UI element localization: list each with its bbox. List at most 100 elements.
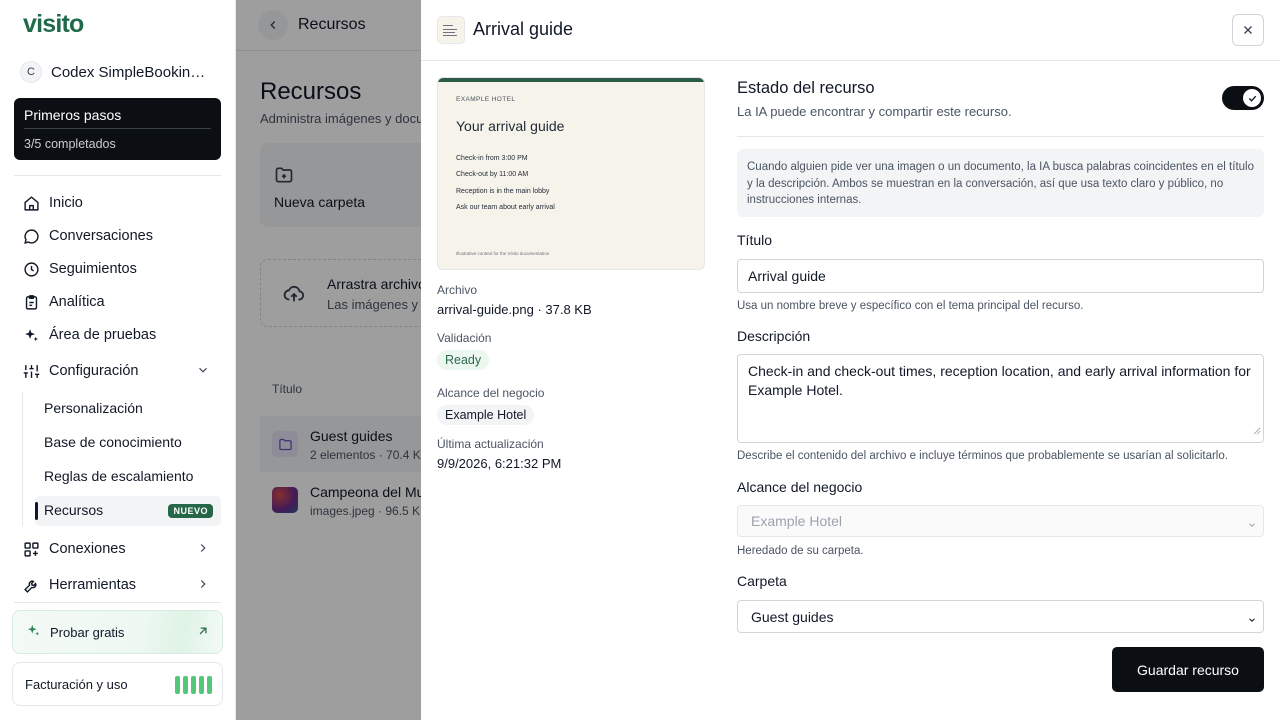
billing-button[interactable]: Facturación y uso (12, 662, 223, 706)
chevron-down-icon[interactable] (196, 363, 210, 381)
check-icon (1248, 95, 1256, 102)
subnav-personalizacion[interactable]: Personalización (44, 400, 143, 416)
workspace-name: Codex SimpleBooking... (51, 63, 211, 81)
image-preview: EXAMPLE HOTEL Your arrival guide Check-i… (437, 77, 705, 270)
nav-item-conexiones[interactable]: Conexiones (22, 537, 218, 561)
resource-detail-panel: Arrival guide EXAMPLE HOTEL Your arrival… (421, 0, 1280, 720)
clock-icon (22, 260, 40, 278)
status-toggle[interactable] (1222, 86, 1264, 110)
chevron-down-icon (1247, 612, 1257, 628)
title-help: Usa un nombre breve y específico con el … (737, 300, 1084, 312)
preview-heading: Your arrival guide (456, 118, 565, 134)
try-free-button[interactable]: Probar gratis (12, 610, 223, 654)
chevron-right-icon (196, 577, 210, 595)
folder-select[interactable]: Guest guides (737, 600, 1264, 633)
nav-item-configuracion[interactable]: Configuración (22, 359, 218, 383)
info-box: Cuando alguien pide ver una imagen o un … (737, 149, 1264, 217)
sliders-icon (22, 362, 40, 380)
preview-line: Ask our team about early arrival (456, 204, 555, 211)
close-button[interactable] (1232, 14, 1264, 46)
description-text: Check-in and check-out times, reception … (748, 363, 1251, 398)
description-label: Descripción (737, 328, 811, 344)
meta-label: Alcance del negocio (437, 386, 545, 400)
meta-label: Archivo (437, 283, 478, 297)
preview-line: Reception is in the main lobby (456, 188, 550, 195)
close-icon (1244, 26, 1252, 34)
nav-item-herramientas[interactable]: Herramientas (22, 573, 218, 597)
folder-label: Carpeta (737, 573, 787, 589)
sidebar-divider (14, 602, 221, 603)
nav-label: Inicio (49, 195, 83, 211)
file-thumbnail-icon (437, 16, 465, 44)
submenu-guide (22, 392, 23, 526)
subnav-base-de-conocimiento[interactable]: Base de conocimiento (44, 434, 182, 450)
nav-label: Seguimientos (49, 261, 137, 277)
onboarding-card[interactable]: Primeros pasos 3/5 completados (14, 98, 221, 160)
meta-value: 9/9/2026, 6:21:32 PM (437, 456, 562, 471)
sidebar: visito C Codex SimpleBooking... Primeros… (0, 0, 236, 720)
logo[interactable]: visito (23, 10, 84, 39)
nav-item-analitica[interactable]: Analítica (22, 290, 218, 314)
chevron-right-icon (196, 541, 210, 559)
title-label: Título (737, 232, 773, 248)
scope-select-value: Example Hotel (751, 513, 843, 529)
onboarding-progress: 3/5 completados (24, 137, 116, 151)
toggle-knob (1243, 89, 1261, 107)
subnav-reglas-de-escalamiento[interactable]: Reglas de escalamiento (44, 468, 193, 484)
nav-item-inicio[interactable]: Inicio (22, 191, 218, 215)
onboarding-title: Primeros pasos (24, 107, 122, 123)
resize-handle-icon[interactable] (1253, 421, 1261, 440)
meta-scope: Alcance del negocio Example Hotel (437, 386, 717, 425)
preview-line: Check-in from 3:00 PM (456, 155, 528, 162)
preview-top-bar (438, 78, 704, 82)
section-divider (737, 136, 1264, 137)
sidebar-divider (14, 175, 221, 176)
save-resource-button[interactable]: Guardar recurso (1112, 647, 1264, 692)
scope-label: Alcance del negocio (737, 479, 863, 495)
title-input[interactable] (737, 259, 1264, 293)
status-subtitle: La IA puede encontrar y compartir este r… (737, 104, 1012, 119)
nav-label: Configuración (49, 363, 139, 379)
arrow-up-right-icon (196, 624, 210, 641)
nav-label: Área de pruebas (49, 327, 157, 343)
validation-badge: Ready (437, 350, 490, 370)
nav-item-conversaciones[interactable]: Conversaciones (22, 224, 218, 248)
preview-footer: Illustrative content for the Visito docu… (456, 251, 550, 256)
wrench-icon (22, 576, 40, 594)
panel-header: Arrival guide (421, 0, 1280, 61)
nav-label: Conversaciones (49, 228, 153, 244)
nav-label: Conexiones (49, 541, 126, 557)
meta-value: arrival-guide.png · 37.8 KB (437, 302, 592, 317)
description-textarea[interactable]: Check-in and check-out times, reception … (737, 354, 1264, 443)
try-free-label: Probar gratis (50, 624, 125, 640)
preview-org: EXAMPLE HOTEL (456, 96, 516, 103)
chat-icon (22, 227, 40, 245)
subnav-label: Recursos (44, 502, 104, 518)
nav-label: Analítica (49, 294, 105, 310)
sparkles-icon (26, 623, 41, 641)
workspace-avatar: C (20, 61, 42, 83)
scope-help: Heredado de su carpeta. (737, 545, 864, 557)
meta-label: Validación (437, 331, 492, 345)
grid-plus-icon (22, 540, 40, 558)
scope-badge: Example Hotel (437, 405, 535, 425)
home-icon (22, 194, 40, 212)
preview-line: Check-out by 11:00 AM (456, 171, 529, 178)
scope-select: Example Hotel (737, 505, 1264, 537)
clipboard-icon (22, 293, 40, 311)
folder-select-value: Guest guides (751, 609, 834, 625)
nav-item-seguimientos[interactable]: Seguimientos (22, 257, 218, 281)
chevron-down-icon (1247, 517, 1257, 533)
sparkles-icon (22, 326, 40, 344)
subnav-recursos[interactable]: Recursos NUEVO (35, 496, 221, 526)
meta-file: Archivo arrival-guide.png · 37.8 KB (437, 283, 717, 317)
nav-label: Herramientas (49, 577, 137, 593)
usage-bars (175, 676, 212, 694)
billing-label: Facturación y uso (25, 676, 128, 692)
panel-title: Arrival guide (473, 19, 574, 39)
description-help: Describe el contenido del archivo e incl… (737, 450, 1228, 462)
workspace-switcher[interactable]: C Codex SimpleBooking... (20, 60, 216, 84)
meta-validation: Validación Ready (437, 331, 717, 370)
nav-item-area-de-pruebas[interactable]: Área de pruebas (22, 323, 218, 347)
new-badge: NUEVO (168, 504, 213, 518)
